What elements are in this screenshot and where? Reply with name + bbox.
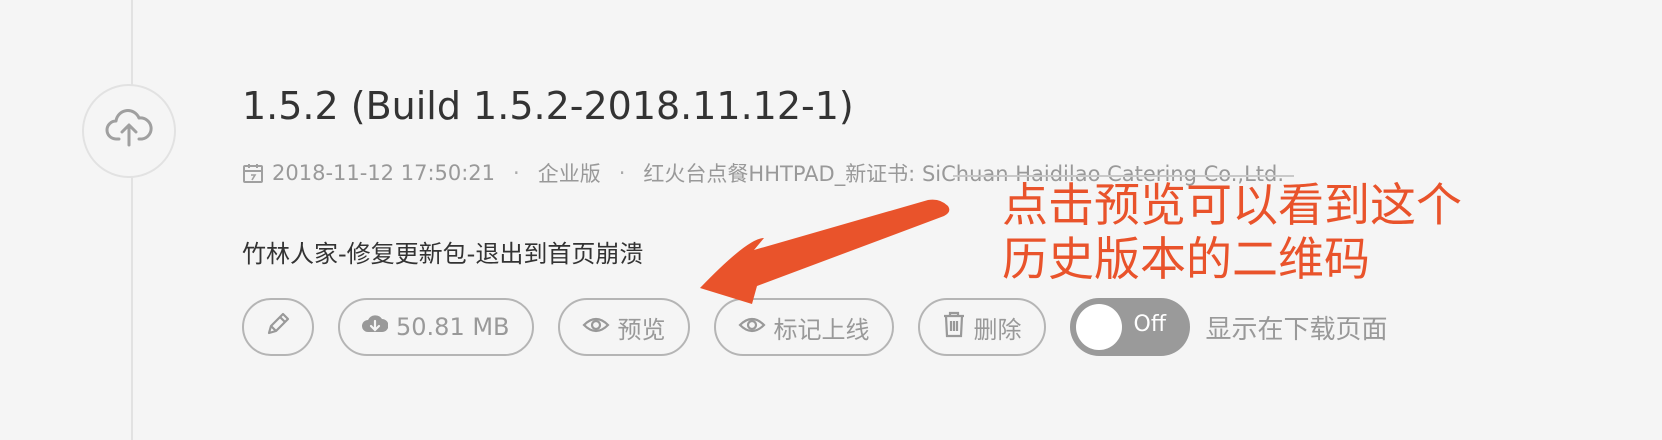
cloud-upload-icon (105, 109, 153, 153)
eye-icon (737, 313, 774, 341)
trash-icon (942, 310, 974, 344)
cloud-download-icon (362, 312, 396, 342)
annotation-line-1: 点击预览可以看到这个 (1002, 178, 1462, 232)
pencil-icon (263, 309, 293, 345)
preview-label: 预览 (617, 315, 666, 344)
upload-node (82, 84, 176, 178)
release-edition: 企业版 (537, 162, 601, 186)
delete-label: 删除 (973, 315, 1022, 344)
download-page-toggle[interactable]: Off (1069, 298, 1190, 356)
annotation-text: 点击预览可以看到这个 历史版本的二维码 (1002, 178, 1522, 286)
toggle-knob (1075, 304, 1122, 350)
eye-icon (581, 313, 618, 341)
edit-button[interactable] (242, 298, 314, 356)
release-description: 竹林人家-修复更新包-退出到首页崩溃 (242, 240, 644, 268)
toggle-label: 显示在下载页面 (1205, 314, 1388, 345)
release-timestamp: 2018-11-12 17:50:21 (272, 161, 496, 185)
certificate-strike (953, 174, 1295, 177)
calendar-icon (242, 162, 264, 184)
timeline-line (131, 0, 133, 440)
delete-button[interactable]: 删除 (917, 298, 1046, 356)
download-button[interactable]: 50.81 MB (338, 298, 534, 356)
version-title: 1.5.2 (Build 1.5.2-2018.11.12-1) (242, 84, 854, 128)
mark-online-label: 标记上线 (773, 315, 870, 344)
toggle-state: Off (1133, 312, 1166, 337)
download-size: 50.81 MB (396, 313, 510, 341)
mark-online-button[interactable]: 标记上线 (713, 298, 894, 356)
annotation-line-2: 历史版本的二维码 (1002, 232, 1370, 286)
meta-separator: · (513, 161, 520, 185)
preview-button[interactable]: 预览 (557, 298, 690, 356)
action-bar: 50.81 MB 预览 标记上线 删除 Off 显示在下载页面 (242, 298, 1388, 356)
meta-separator: · (618, 161, 626, 185)
